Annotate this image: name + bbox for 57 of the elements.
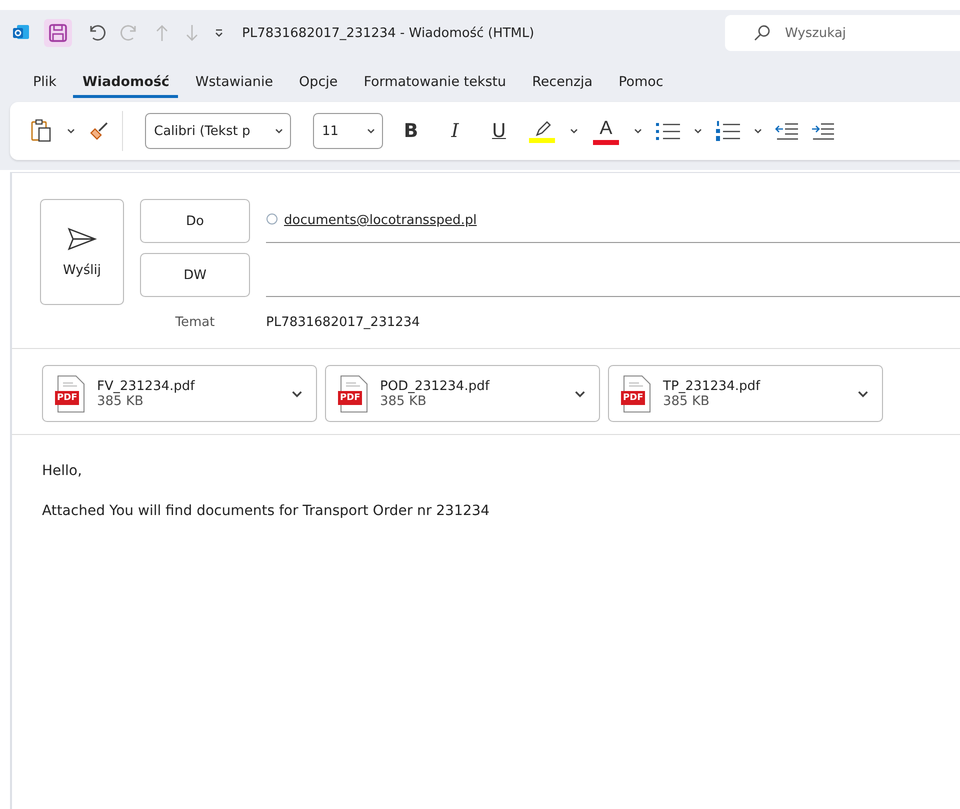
decrease-indent-icon[interactable] — [775, 121, 799, 141]
attachment-size: 385 KB — [380, 394, 428, 408]
cc-button[interactable]: DW — [140, 253, 250, 297]
bold-button[interactable]: B — [395, 120, 427, 142]
chevron-down-icon — [66, 126, 76, 136]
pdf-file-icon: PDF — [621, 374, 651, 412]
clipboard-icon — [30, 119, 52, 143]
chevron-down-icon — [753, 126, 763, 136]
to-button[interactable]: Do — [140, 199, 250, 243]
ribbon-tab[interactable]: Recenzja — [523, 68, 602, 98]
customize-icon[interactable] — [214, 28, 224, 38]
send-button[interactable]: Wyślij — [40, 199, 124, 305]
chevron-down-icon — [274, 126, 284, 136]
attachment-size: 385 KB — [97, 394, 144, 408]
font-size-select[interactable]: 11 — [313, 113, 383, 149]
ribbon-tab[interactable]: Pomoc — [610, 68, 672, 98]
ribbon-tab[interactable]: Opcje — [290, 68, 347, 98]
attachment-card[interactable]: PDF TP_231234.pdf 385 KB — [608, 365, 883, 422]
attachment-name: TP_231234.pdf — [663, 378, 762, 394]
attachment-name: POD_231234.pdf — [380, 378, 491, 394]
ribbon-tab[interactable]: Plik — [24, 68, 66, 98]
attachment-size: 385 KB — [663, 394, 710, 408]
numbered-list-icon[interactable] — [715, 120, 741, 142]
chevron-down-icon — [569, 126, 579, 136]
underline-button[interactable]: U — [483, 120, 515, 142]
attachment-card[interactable]: PDF FV_231234.pdf 385 KB — [42, 365, 317, 422]
chevron-down-icon — [633, 126, 643, 136]
to-field[interactable]: documents@locotranssped.pl — [266, 199, 960, 243]
highlight-button[interactable] — [527, 120, 557, 142]
ribbon-tab[interactable]: Wstawianie — [186, 68, 282, 98]
subject-label: Temat — [174, 314, 216, 332]
ribbon-tab[interactable]: Formatowanie tekstu — [354, 68, 516, 98]
paste-button[interactable] — [30, 119, 76, 143]
bullet-list-icon[interactable] — [655, 120, 681, 142]
save-icon[interactable] — [44, 19, 72, 47]
window-title: PL7831682017_231234 - Wiadomość (HTML) — [242, 26, 534, 40]
attachment-card[interactable]: PDF POD_231234.pdf 385 KB — [325, 365, 600, 422]
increase-indent-icon[interactable] — [811, 121, 835, 141]
chevron-down-icon — [693, 126, 703, 136]
italic-button[interactable]: I — [439, 120, 471, 142]
body-paragraph: Hello, — [42, 463, 83, 479]
font-select[interactable]: Calibri (Tekst p — [145, 113, 291, 149]
pdf-file-icon: PDF — [55, 374, 85, 412]
subject-field[interactable]: PL7831682017_231234 — [266, 307, 960, 338]
pdf-file-icon: PDF — [338, 374, 368, 412]
send-icon — [67, 226, 97, 250]
font-color-button[interactable]: A — [591, 118, 621, 144]
search-field[interactable]: Wyszukaj — [725, 15, 960, 51]
app-logo-icon[interactable] — [12, 24, 30, 42]
status-circle-icon — [266, 213, 278, 225]
brush-icon[interactable] — [88, 120, 110, 142]
search-icon — [753, 24, 771, 42]
ribbon-tab[interactable]: Wiadomość — [73, 68, 178, 98]
recipient-link[interactable]: documents@locotranssped.pl — [284, 213, 477, 228]
body-paragraph: Attached You will find documents for Transport Order nr 231234 — [42, 503, 491, 519]
attachment-name: FV_231234.pdf — [97, 378, 196, 394]
chevron-down-icon — [366, 126, 376, 136]
